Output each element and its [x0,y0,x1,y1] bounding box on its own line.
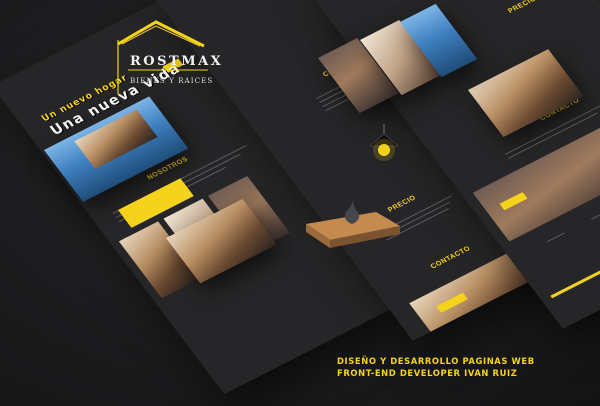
credits-line-1: DISEÑO Y DESARROLLO PAGINAS WEB [337,356,535,366]
brand-logo: ROSTMAX BIENES Y RAICES [108,18,221,98]
shelf-vase-icon [306,198,400,248]
brand-tagline: BIENES Y RAICES [130,76,214,85]
credits-block: DISEÑO Y DESARROLLO PAGINAS WEB FRONT-EN… [337,355,535,379]
brand-name: ROSTMAX [130,54,224,69]
section-title-precio-right: PRECIO [506,0,538,15]
pendant-lamp-icon [368,124,400,161]
section-title-contacto: CONTACTO [429,245,473,271]
presentation-stage: NOSOTROS COMODIDAD PRECIO CONTACTO PRECI… [0,0,600,406]
credits-line-2: FRONT-END DEVELOPER IVAN RUIZ [337,368,518,378]
